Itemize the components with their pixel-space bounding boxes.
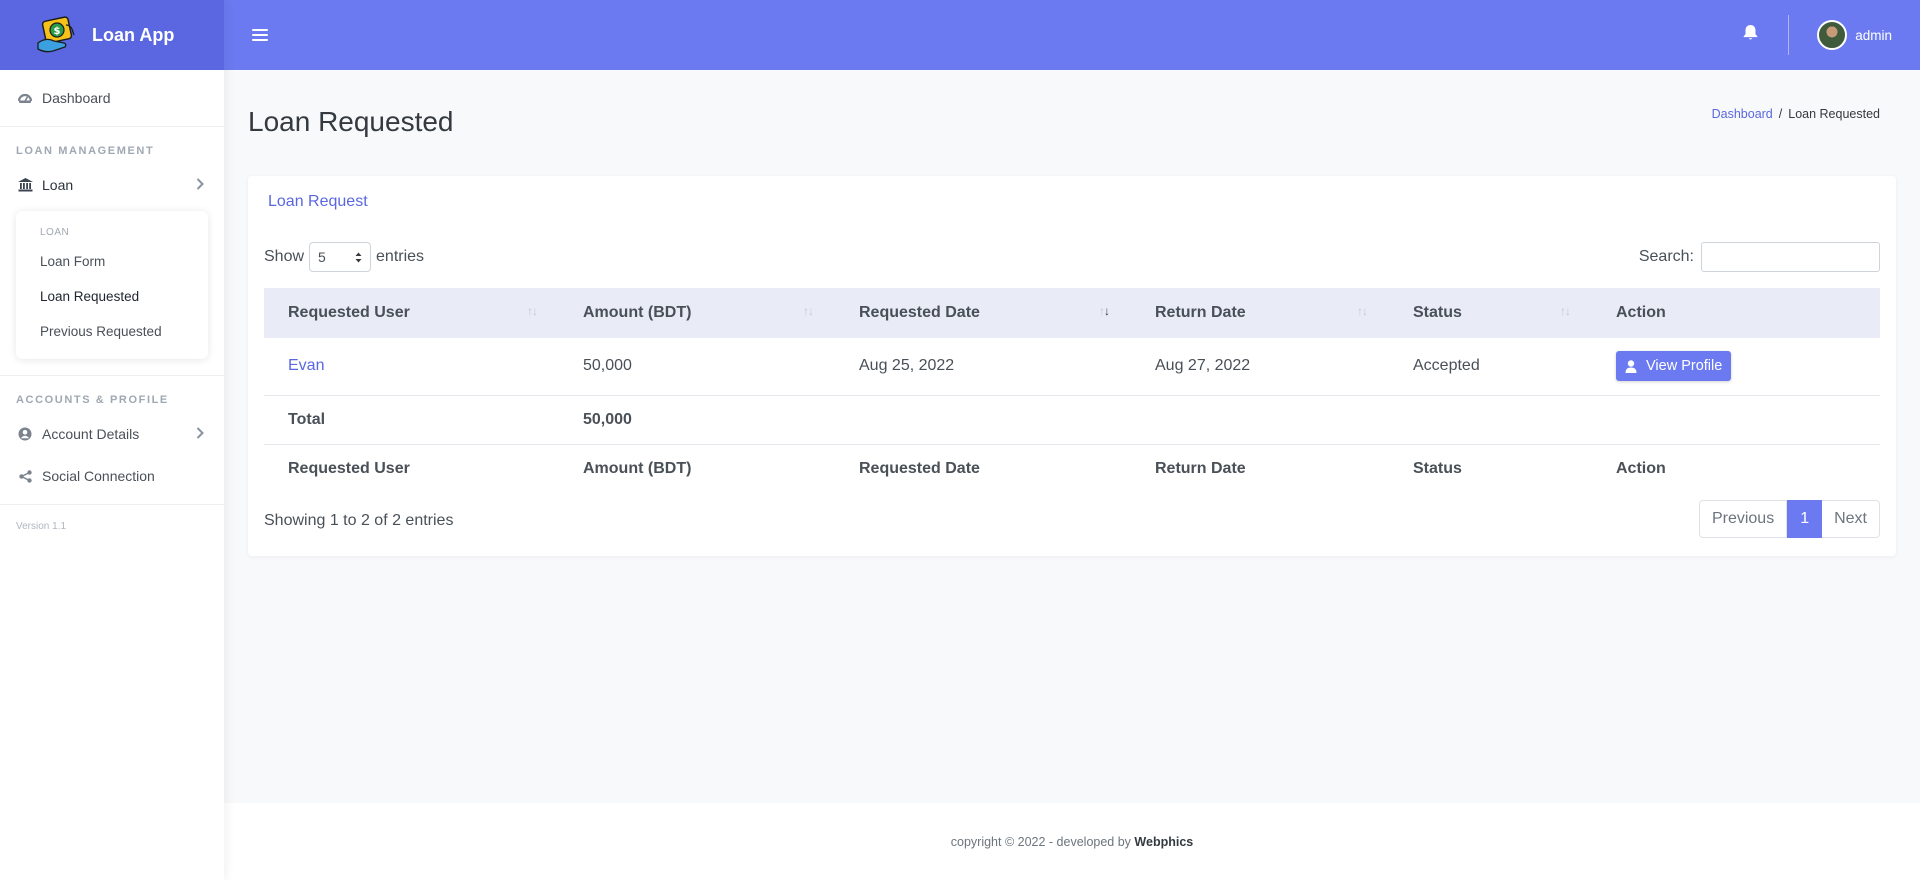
sidebar-item-account-details[interactable]: Account Details (0, 412, 224, 456)
column-header-return-date[interactable]: Return Date ↑↓ (1131, 288, 1389, 338)
show-label: Show (264, 248, 305, 265)
column-header-status[interactable]: Status ↑↓ (1389, 288, 1592, 338)
table-search: Search: (1639, 242, 1880, 272)
submenu-item-previous-requested[interactable]: Previous Requested (16, 314, 208, 349)
top-header: admin (224, 0, 1920, 70)
view-profile-button[interactable]: View Profile (1616, 351, 1732, 382)
sort-desc-icon: ↑↓ (1099, 304, 1110, 318)
svg-text:$: $ (54, 26, 61, 37)
table-total-row: Total 50,000 (264, 395, 1880, 444)
column-header-requested-date[interactable]: Requested Date ↑↓ (835, 288, 1131, 338)
total-amount: 50,000 (583, 410, 632, 428)
submenu-item-loan-requested[interactable]: Loan Requested (16, 279, 208, 314)
footer: copyright © 2022 - developed by Webphics (224, 803, 1920, 880)
version-label: Version 1.1 (16, 521, 67, 532)
footer-status: Status (1413, 459, 1462, 477)
column-header-amount[interactable]: Amount (BDT) ↑↓ (559, 288, 835, 338)
return-date-cell: Aug 27, 2022 (1155, 357, 1251, 375)
sort-icon: ↑↓ (1357, 304, 1368, 318)
header-right: admin (1743, 0, 1892, 70)
pagination-next-button[interactable]: Next (1822, 500, 1880, 538)
search-input[interactable] (1701, 242, 1880, 272)
submenu-title: LOAN (40, 227, 70, 238)
menu-icon[interactable] (252, 26, 268, 44)
status-cell: Accepted (1413, 357, 1480, 375)
table-footer-row: Requested User Amount (BDT) Requested Da… (264, 444, 1880, 493)
sort-icon: ↑↓ (527, 304, 538, 318)
footer-requested-date: Requested Date (859, 459, 980, 477)
sidebar-item-label: Social Connection (42, 468, 155, 484)
breadcrumb-separator: / (1778, 107, 1783, 121)
table-info: Showing 1 to 2 of 2 entries (264, 512, 454, 529)
pagination: Previous 1 Next (1698, 500, 1880, 538)
username[interactable]: admin (1855, 28, 1892, 43)
main-content: Loan Requested Dashboard / Loan Requested … (224, 70, 1920, 803)
sidebar-item-dashboard[interactable]: Dashboard (0, 70, 224, 126)
user-icon (1625, 360, 1637, 373)
page-title: Loan Requested (248, 106, 454, 137)
total-label: Total (288, 410, 326, 428)
view-profile-label: View Profile (1646, 358, 1723, 375)
developer-link[interactable]: Webphics (1134, 835, 1193, 849)
loan-app-logo-icon: $ (37, 16, 75, 53)
card-title: Loan Request (268, 193, 368, 210)
section-title-accounts-profile: ACCOUNTS & PROFILE (16, 394, 169, 406)
sidebar-item-loan[interactable]: Loan (0, 163, 224, 207)
table-header-row: Requested User ↑↓ Amount (BDT) ↑↓ Requeste… (264, 288, 1880, 338)
submenu-item-loan-form[interactable]: Loan Form (16, 244, 208, 279)
sidebar: $ Loan App Dashboard LOAN MANAGEMENT Loa… (0, 0, 224, 880)
breadcrumb: Dashboard / Loan Requested (1712, 107, 1880, 121)
copyright-text: copyright © 2022 - developed by (950, 834, 1131, 849)
loan-request-card: Loan Request Show 5 entries Search: Requ… (248, 176, 1896, 556)
sidebar-item-label: Account Details (42, 426, 140, 442)
sidebar-item-label: Dashboard (42, 90, 111, 106)
footer-amount: Amount (BDT) (583, 459, 692, 477)
amount-cell: 50,000 (583, 357, 632, 375)
select-arrows-icon (355, 252, 362, 262)
loan-request-table: Requested User ↑↓ Amount (BDT) ↑↓ Requeste… (264, 288, 1880, 493)
sidebar-item-social-connection[interactable]: Social Connection (0, 456, 224, 496)
sort-icon: ↑↓ (1560, 304, 1571, 318)
footer-action: Action (1616, 459, 1666, 477)
column-header-requested-user[interactable]: Requested User ↑↓ (264, 288, 559, 338)
search-label: Search: (1638, 248, 1694, 265)
pagination-page-1[interactable]: 1 (1787, 500, 1823, 538)
entries-label: entries (376, 248, 425, 265)
brand[interactable]: $ Loan App (0, 0, 224, 70)
table-row: Evan 50,000 Aug 25, 2022 Aug 27, 2022 Ac… (264, 338, 1880, 395)
section-title-loan-management: LOAN MANAGEMENT (16, 145, 155, 157)
requested-date-cell: Aug 25, 2022 (859, 357, 955, 375)
loan-submenu: LOAN Loan Form Loan Requested Previous R… (16, 211, 208, 359)
dashboard-gauge-icon (16, 91, 34, 105)
entries-select[interactable]: 5 (309, 242, 372, 272)
breadcrumb-link-dashboard[interactable]: Dashboard (1712, 107, 1773, 121)
column-header-action: Action (1616, 304, 1666, 321)
sort-icon: ↑↓ (803, 304, 814, 318)
header-divider (1788, 15, 1790, 55)
bank-icon (16, 178, 34, 192)
footer-requested-user: Requested User (288, 459, 410, 477)
chevron-right-icon (196, 426, 204, 442)
user-circle-icon (16, 427, 34, 441)
bell-icon[interactable] (1743, 24, 1758, 46)
share-icon (16, 469, 34, 483)
entries-select-value: 5 (318, 249, 326, 265)
sidebar-item-label: Loan (42, 177, 74, 193)
pagination-previous-button[interactable]: Previous (1698, 500, 1788, 538)
app-name: Loan App (92, 24, 175, 45)
footer-return-date: Return Date (1155, 459, 1246, 477)
avatar[interactable] (1817, 20, 1848, 50)
breadcrumb-current: Loan Requested (1788, 107, 1880, 121)
entries-length-control: Show 5 entries (264, 242, 424, 272)
requested-user-link[interactable]: Evan (288, 357, 324, 374)
chevron-right-icon (196, 177, 204, 193)
